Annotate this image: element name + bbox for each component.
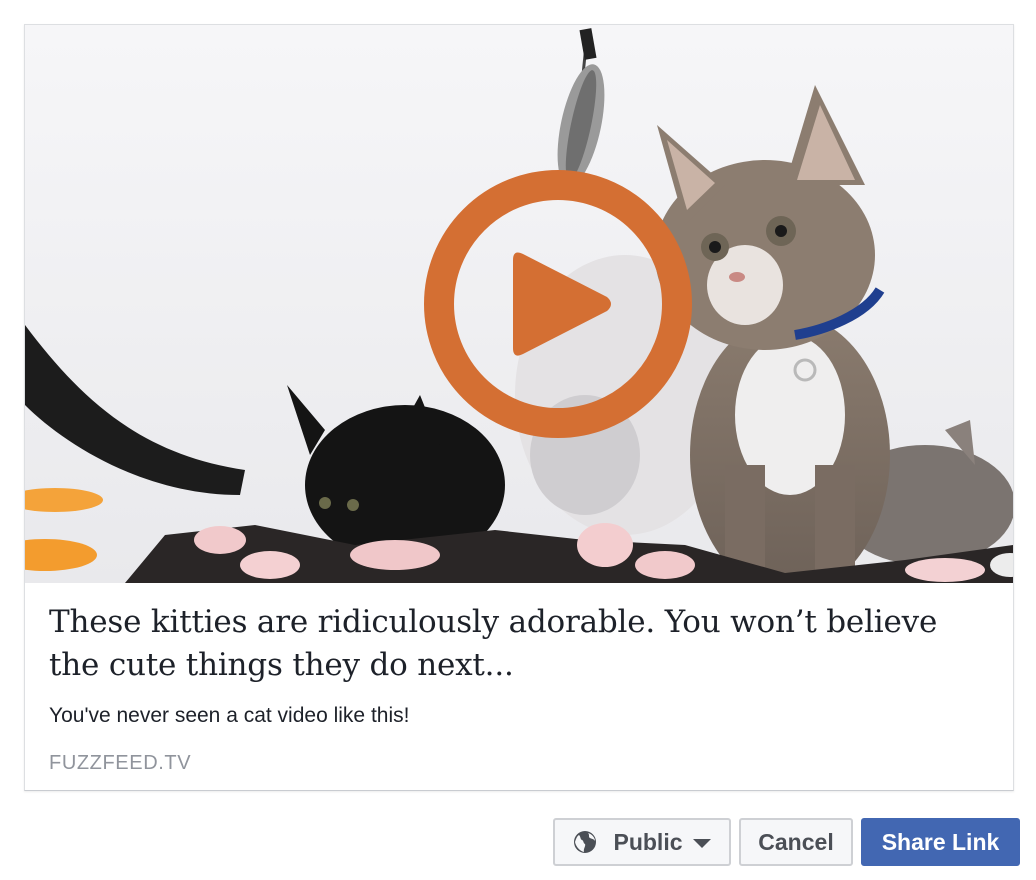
audience-selector-button[interactable]: Public (553, 818, 731, 866)
cancel-button[interactable]: Cancel (739, 818, 853, 866)
link-headline[interactable]: These kitties are ridiculously adorable.… (49, 601, 989, 687)
link-subtitle: You've never seen a cat video like this! (49, 704, 410, 727)
audience-label: Public (613, 828, 683, 855)
globe-icon (574, 831, 597, 853)
link-caption[interactable]: These kitties are ridiculously adorable.… (25, 583, 1013, 790)
chevron-down-icon (692, 838, 711, 848)
share-link-button[interactable]: Share Link (861, 818, 1020, 866)
link-domain: FUZZFEED.TV (49, 752, 192, 774)
play-icon[interactable] (421, 167, 695, 441)
link-preview-card[interactable]: These kitties are ridiculously adorable.… (24, 24, 1014, 791)
video-thumbnail[interactable] (25, 25, 1013, 584)
